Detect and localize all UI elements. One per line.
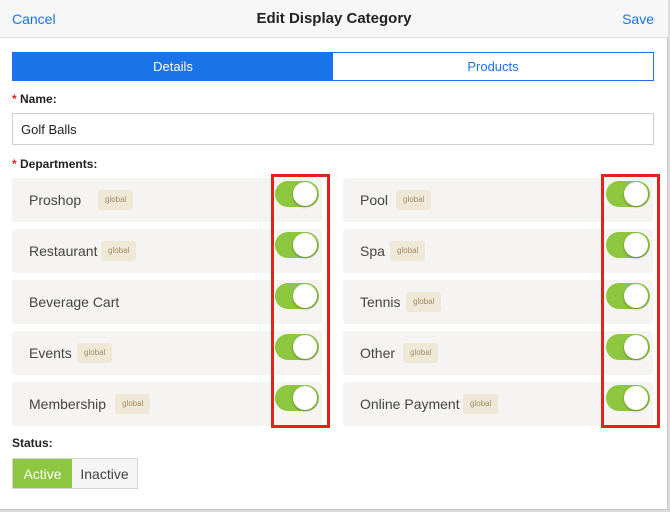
status-label: Status:	[12, 436, 53, 450]
tab-bar: Details Products	[12, 52, 654, 81]
global-badge: global	[101, 241, 137, 261]
name-label: * Name:	[12, 92, 57, 106]
tab-products[interactable]: Products	[333, 53, 653, 80]
name-input[interactable]	[12, 113, 654, 145]
tab-details[interactable]: Details	[13, 53, 333, 80]
global-badge: global	[98, 190, 134, 210]
header-bar: Cancel Edit Display Category Save	[0, 0, 668, 38]
status-segmented-control: Active Inactive	[12, 458, 138, 489]
departments-label: * Departments:	[12, 157, 97, 171]
toggle-column-highlight-left	[271, 174, 330, 428]
toggle-column-highlight-right	[601, 174, 660, 428]
department-name: Proshop	[29, 192, 82, 208]
required-marker: *	[12, 92, 17, 106]
department-name: Other	[360, 345, 396, 361]
department-name: Events	[29, 345, 72, 361]
department-name: Online Payment	[360, 396, 460, 412]
required-marker: *	[12, 157, 17, 171]
name-label-text: Name:	[20, 92, 57, 106]
department-name: Spa	[360, 243, 385, 259]
department-name: Membership	[29, 396, 107, 412]
global-badge: global	[406, 292, 442, 312]
status-inactive-option[interactable]: Inactive	[72, 459, 137, 488]
department-name: Beverage Cart	[29, 294, 120, 310]
global-badge: global	[390, 241, 426, 261]
global-badge: global	[463, 394, 499, 414]
global-badge: global	[77, 343, 113, 363]
department-name: Restaurant	[29, 243, 98, 259]
save-button[interactable]: Save	[622, 11, 654, 27]
status-active-option[interactable]: Active	[13, 459, 72, 488]
global-badge: global	[396, 190, 432, 210]
edit-category-modal: Cancel Edit Display Category Save Detail…	[0, 0, 668, 510]
departments-label-text: Departments:	[20, 157, 98, 171]
global-badge: global	[115, 394, 151, 414]
department-name: Tennis	[360, 294, 401, 310]
department-name: Pool	[360, 192, 389, 208]
global-badge: global	[403, 343, 439, 363]
page-title: Edit Display Category	[256, 10, 412, 27]
